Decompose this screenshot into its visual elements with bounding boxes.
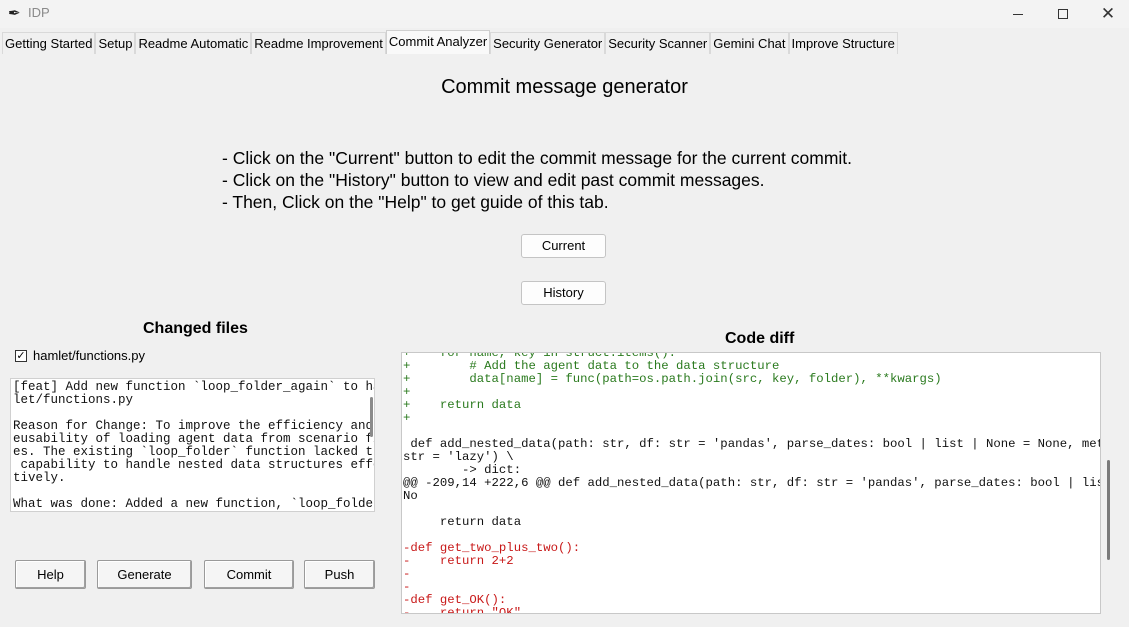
window-title: IDP (28, 5, 50, 20)
tab-setup[interactable]: Setup (95, 32, 136, 54)
diff-line: - return "OK" (403, 606, 522, 614)
minimize-icon (1013, 13, 1023, 15)
commit-button[interactable]: Commit (204, 560, 294, 589)
file-checkbox[interactable]: ✓ (15, 349, 27, 362)
instructions: - Click on the "Current" button to edit … (222, 147, 852, 213)
file-name: hamlet/functions.py (33, 348, 146, 363)
file-list-item[interactable]: ✓ hamlet/functions.py (15, 348, 145, 363)
history-button[interactable]: History (521, 281, 606, 305)
current-button[interactable]: Current (521, 234, 606, 258)
diff-lines: + for name, key in struct.items(): + # Ad… (403, 353, 1101, 614)
tab-getting-started[interactable]: Getting Started (2, 32, 96, 54)
feather-icon: ✒ (8, 5, 21, 22)
help-button[interactable]: Help (15, 560, 86, 589)
diff-line: - (403, 580, 411, 594)
commit-message-text: [feat] Add new function `loop_folder_aga… (13, 380, 374, 511)
diff-line: @@ -209,14 +222,6 @@ def add_nested_data… (403, 476, 1101, 490)
page-title: Commit message generator (441, 76, 688, 98)
message-scrollbar[interactable] (370, 397, 373, 437)
instruction-line: - Click on the "History" button to view … (222, 170, 765, 190)
close-icon: ✕ (1100, 3, 1116, 24)
tab-readme-automatic[interactable]: Readme Automatic (135, 32, 252, 54)
changed-files-title: Changed files (143, 320, 248, 337)
code-diff-title: Code diff (725, 330, 795, 347)
tab-security-scanner[interactable]: Security Scanner (605, 32, 711, 54)
diff-line: return data (403, 515, 522, 529)
maximize-icon (1058, 9, 1068, 19)
tab-bar: Getting Started Setup Readme Automatic R… (2, 30, 898, 54)
close-button[interactable]: ✕ (1085, 0, 1129, 28)
tab-gemini-chat[interactable]: Gemini Chat (710, 32, 789, 54)
instruction-line: - Then, Click on the "Help" to get guide… (222, 192, 609, 212)
tab-improve-structure[interactable]: Improve Structure (788, 32, 898, 54)
diff-scrollbar[interactable] (1107, 460, 1110, 560)
diff-line: No (403, 489, 418, 503)
diff-line: + return data (403, 398, 522, 412)
tab-security-generator[interactable]: Security Generator (490, 32, 606, 54)
minimize-button[interactable] (995, 0, 1041, 28)
generate-button[interactable]: Generate (97, 560, 192, 589)
instruction-line: - Click on the "Current" button to edit … (222, 148, 853, 168)
diff-line: - (403, 567, 411, 581)
code-diff-view[interactable]: + for name, key in struct.items(): + # Ad… (401, 352, 1101, 614)
maximize-button[interactable] (1040, 0, 1086, 28)
push-button[interactable]: Push (304, 560, 375, 589)
diff-line: + (403, 411, 411, 425)
tab-commit-analyzer[interactable]: Commit Analyzer (385, 30, 491, 54)
diff-line: + data[name] = func(path=os.path.join(sr… (403, 372, 942, 386)
tab-readme-improvement[interactable]: Readme Improvement (251, 32, 386, 54)
diff-line: - return 2+2 (403, 554, 514, 568)
title-bar: ✒ IDP ✕ (0, 0, 1129, 28)
commit-message-textarea[interactable]: [feat] Add new function `loop_folder_aga… (10, 378, 375, 512)
